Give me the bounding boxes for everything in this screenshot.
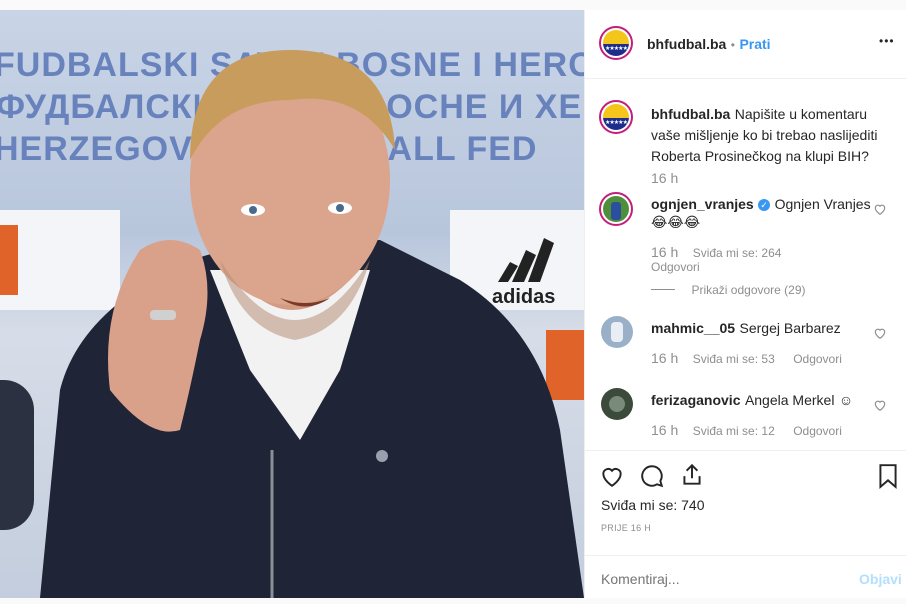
author-username[interactable]: bhfudbal.ba [647, 36, 726, 52]
comment-2-likes[interactable]: Sviđa mi se: 53 [693, 352, 775, 366]
comment-3-username[interactable]: ferizaganovic [651, 392, 740, 408]
comment-avatar-1[interactable] [599, 192, 633, 226]
verified-badge-icon: ✓ [758, 199, 771, 211]
comment-1-reply[interactable]: Odgovori [651, 260, 700, 274]
share-icon[interactable] [679, 462, 705, 488]
comment-avatar-3[interactable] [601, 388, 633, 420]
like-heart-icon[interactable] [599, 463, 625, 489]
comment-1-emoji: 😂😂😂 [651, 214, 701, 230]
comment-2-like-icon[interactable] [873, 326, 887, 340]
header-separator: • [730, 38, 735, 52]
comment-1-username[interactable]: ognjen_vranjes [651, 196, 754, 212]
post-side-panel: ★★★★★ bhfudbal.ba • Prati ••• ★★★★★ bhfu… [584, 10, 906, 598]
instagram-post-frame: FUDBALSKI SAVEZ BOSNE I HERCEG ФУДБАЛСКИ… [0, 0, 906, 604]
post-comment-button[interactable]: Objavi [859, 571, 902, 587]
comment-2: mahmic__05 Sergej Barbarez [651, 320, 841, 338]
post-photo[interactable]: FUDBALSKI SAVEZ BOSNE I HERCEG ФУДБАЛСКИ… [0, 10, 584, 598]
comment-1-time: 16 h [651, 244, 679, 260]
action-bar: Sviđa mi se: 740 PRIJE 16 H [585, 450, 906, 556]
view-replies-label[interactable]: Prikaži odgovore (29) [691, 283, 805, 297]
comment-3-meta: 16 h Sviđa mi se: 12 Odgovori [651, 422, 842, 440]
more-options-icon[interactable]: ••• [879, 34, 895, 48]
post-header: ★★★★★ bhfudbal.ba • Prati ••• [585, 10, 906, 79]
caption-text-3: Roberta Prosinečkog na klupi BIH? [651, 148, 869, 164]
post-likes[interactable]: Sviđa mi se: 740 [601, 497, 705, 513]
caption-text-1: Napišite u komentaru [734, 106, 868, 122]
view-replies[interactable]: Prikaži odgovore (29) [651, 281, 806, 299]
comment-2-meta: 16 h Sviđa mi se: 53 Odgovori [651, 350, 842, 368]
comment-3-text: Angela Merkel [744, 392, 835, 408]
man-figure [40, 50, 584, 598]
author-avatar[interactable]: ★★★★★ [599, 26, 633, 60]
comment-3-likes[interactable]: Sviđa mi se: 12 [693, 424, 775, 438]
comment-2-time: 16 h [651, 350, 679, 366]
comment-input[interactable] [599, 567, 833, 591]
comment-1-like-icon[interactable] [873, 202, 887, 216]
caption-username[interactable]: bhfudbal.ba [651, 106, 730, 122]
follow-button[interactable]: Prati [739, 36, 770, 52]
view-replies-line [651, 289, 675, 290]
post-timestamp: PRIJE 16 H [601, 523, 652, 533]
comment-3-emoji: ☺ [838, 392, 854, 408]
comment-1: ognjen_vranjes ✓ Ognjen Vranjes [651, 196, 871, 214]
comment-2-text: Sergej Barbarez [739, 320, 841, 336]
caption-text-2: vaše mišljenje ko bi trebao naslijediti [651, 127, 878, 143]
comment-3: ferizaganovic Angela Merkel ☺ [651, 392, 853, 410]
comment-2-reply[interactable]: Odgovori [793, 352, 842, 366]
comment-avatar-2[interactable] [601, 316, 633, 348]
comment-form: Objavi [585, 555, 906, 599]
comment-1-text: Ognjen Vranjes [774, 196, 871, 212]
comment-1-likes[interactable]: Sviđa mi se: 264 [693, 246, 782, 260]
caption-time: 16 h [651, 170, 679, 186]
comment-3-time: 16 h [651, 422, 679, 438]
author-header-line: bhfudbal.ba • Prati [647, 36, 771, 54]
comment-2-username[interactable]: mahmic__05 [651, 320, 735, 336]
comment-3-like-icon[interactable] [873, 398, 887, 412]
comment-3-reply[interactable]: Odgovori [793, 424, 842, 438]
comment-bubble-icon[interactable] [639, 463, 665, 489]
microphone [0, 380, 34, 530]
bookmark-icon[interactable] [877, 463, 899, 489]
caption-avatar[interactable]: ★★★★★ [599, 100, 633, 134]
caption: bhfudbal.ba Napišite u komentaru vaše mi… [651, 104, 877, 167]
